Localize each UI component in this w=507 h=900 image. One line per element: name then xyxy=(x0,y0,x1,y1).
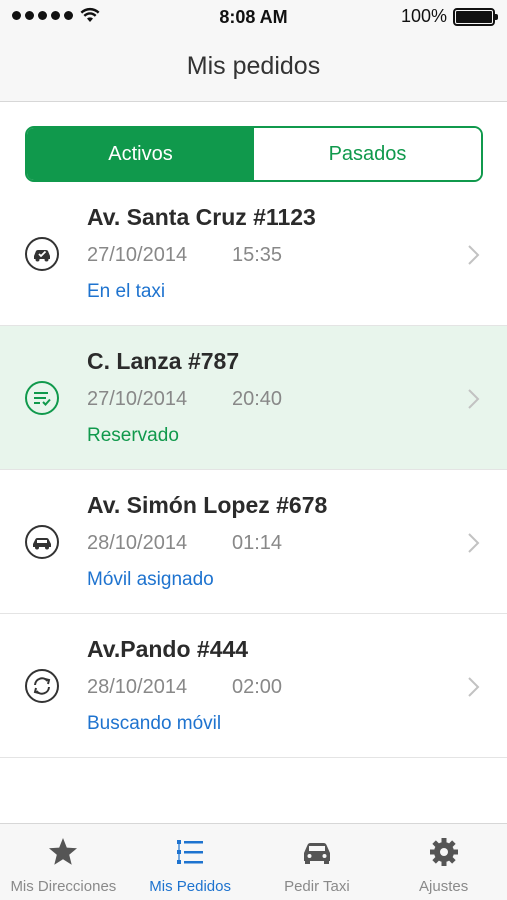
tab-label: Ajustes xyxy=(419,878,469,895)
tab-label: Mis Pedidos xyxy=(149,878,231,895)
order-row[interactable]: C. Lanza #787 27/10/2014 20:40 Reservado xyxy=(0,326,507,470)
order-date: 27/10/2014 xyxy=(87,244,188,266)
taxi-icon xyxy=(25,525,59,559)
order-date: 28/10/2014 xyxy=(87,532,188,554)
order-date: 28/10/2014 xyxy=(87,676,188,698)
status-bar: 8:08 AM 100% xyxy=(0,0,507,34)
tab-label: Mis Direcciones xyxy=(10,878,117,895)
segment-activos[interactable]: Activos xyxy=(27,128,254,180)
order-status: Móvil asignado xyxy=(87,569,214,590)
orders-list: Av. Santa Cruz #1123 27/10/2014 15:35 En… xyxy=(0,182,507,758)
battery-percent: 100% xyxy=(400,6,447,26)
car-icon xyxy=(303,843,330,864)
order-row[interactable]: Av. Simón Lopez #678 28/10/2014 01:14 Mó… xyxy=(0,470,507,614)
order-status: Buscando móvil xyxy=(87,713,222,734)
order-time: 20:40 xyxy=(232,388,283,410)
tab-pedir-taxi[interactable]: Pedir Taxi xyxy=(254,824,381,900)
tab-mis-pedidos[interactable]: Mis Pedidos xyxy=(127,824,254,900)
tab-label: Pedir Taxi xyxy=(284,878,350,895)
tab-mis-direcciones[interactable]: Mis Direcciones xyxy=(0,824,127,900)
tab-ajustes[interactable]: Ajustes xyxy=(380,824,507,900)
order-address: Av.Pando #444 xyxy=(87,636,249,662)
chevron-right-icon xyxy=(468,677,480,697)
order-time: 02:00 xyxy=(232,676,283,698)
searching-refresh-icon xyxy=(25,669,59,703)
battery-fill xyxy=(456,10,492,23)
order-date: 27/10/2014 xyxy=(87,388,188,410)
chevron-right-icon xyxy=(468,245,480,265)
taxi-check-icon xyxy=(25,237,59,271)
orders-segmented-control: Activos Pasados xyxy=(25,126,483,182)
order-time: 15:35 xyxy=(232,244,283,266)
page-title: Mis pedidos xyxy=(186,52,321,80)
order-address: Av. Simón Lopez #678 xyxy=(87,492,328,518)
order-row[interactable]: Av.Pando #444 28/10/2014 02:00 Buscando … xyxy=(0,614,507,758)
battery-group: 100% xyxy=(400,6,498,27)
chevron-right-icon xyxy=(468,389,480,409)
gear-icon xyxy=(429,838,458,866)
segment-pasados[interactable]: Pasados xyxy=(254,128,481,180)
list-icon xyxy=(177,840,204,864)
star-icon xyxy=(49,838,78,865)
order-row[interactable]: Av. Santa Cruz #1123 27/10/2014 15:35 En… xyxy=(0,182,507,326)
order-address: C. Lanza #787 xyxy=(87,348,240,374)
tab-bar: Mis Direcciones Mis Pedidos Pedir Taxi A… xyxy=(0,823,507,900)
reserved-list-icon xyxy=(25,381,59,415)
nav-bar: Mis pedidos xyxy=(0,34,507,102)
chevron-right-icon xyxy=(468,533,480,553)
order-time: 01:14 xyxy=(232,532,283,554)
order-status: En el taxi xyxy=(87,281,166,302)
battery-icon xyxy=(453,7,498,26)
order-status: Reservado xyxy=(87,425,179,446)
order-address: Av. Santa Cruz #1123 xyxy=(87,204,316,230)
